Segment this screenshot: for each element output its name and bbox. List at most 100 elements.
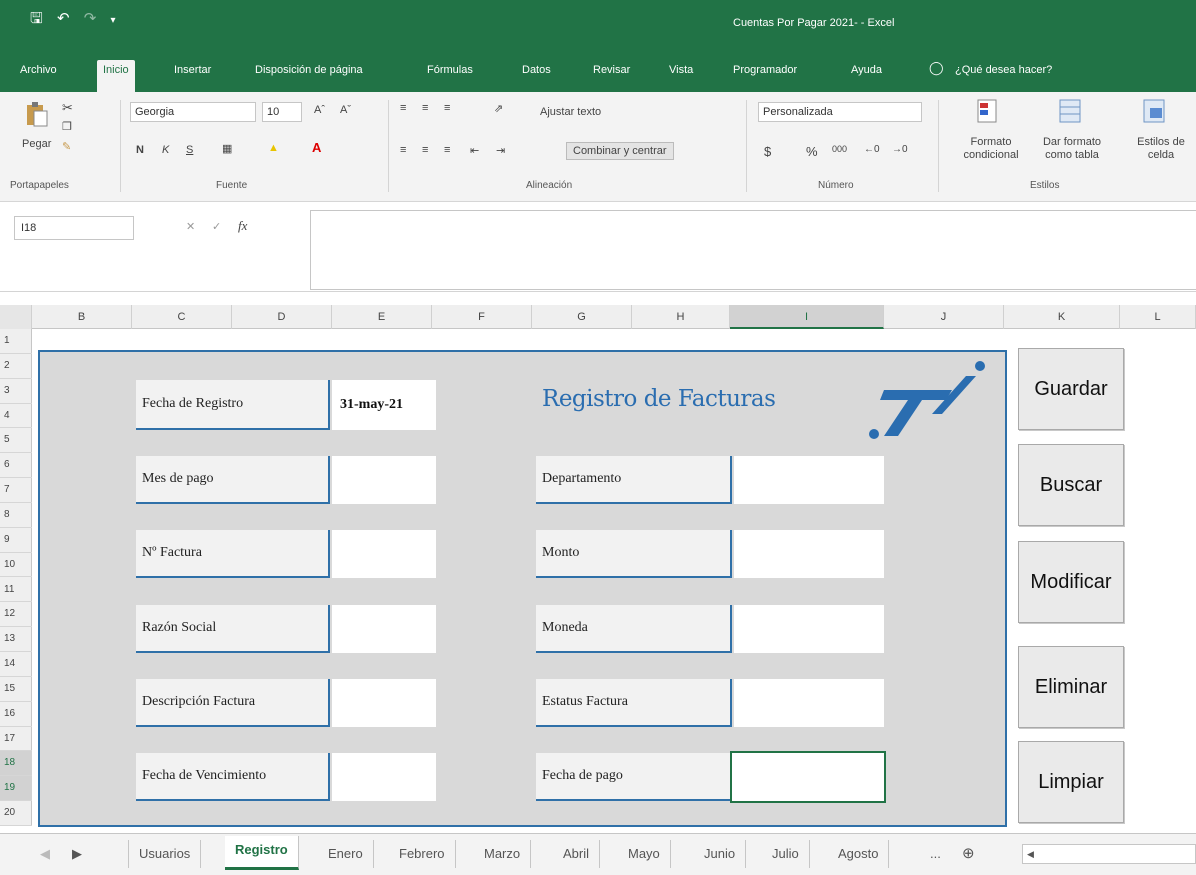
- align-middle-icon[interactable]: ≡: [422, 102, 428, 114]
- row-header[interactable]: 10: [0, 553, 32, 578]
- merge-center-button[interactable]: Combinar y centrar: [566, 142, 674, 160]
- row-header[interactable]: 13: [0, 627, 32, 653]
- paste-icon[interactable]: [24, 100, 50, 128]
- align-top-icon[interactable]: ≡: [400, 102, 406, 114]
- input-departamento[interactable]: [734, 456, 884, 504]
- font-color-icon[interactable]: A: [312, 140, 321, 155]
- row-header[interactable]: 7: [0, 478, 32, 503]
- input-fecha-de-pago[interactable]: [730, 751, 886, 803]
- fecha-registro-value[interactable]: 31-may-21: [332, 380, 436, 430]
- sheet-tab-junio[interactable]: Junio: [694, 840, 747, 868]
- select-all-corner[interactable]: [0, 305, 32, 329]
- row-header[interactable]: 2: [0, 354, 32, 379]
- format-as-table-icon[interactable]: [1058, 98, 1084, 126]
- guardar-button[interactable]: Guardar: [1018, 348, 1124, 430]
- name-box[interactable]: I18: [14, 216, 134, 240]
- add-sheet-icon[interactable]: ⊕: [952, 840, 985, 868]
- column-header-l[interactable]: L: [1120, 305, 1196, 329]
- buscar-button[interactable]: Buscar: [1018, 444, 1124, 526]
- percent-button[interactable]: %: [806, 144, 818, 159]
- column-header-h[interactable]: H: [632, 305, 730, 329]
- input-no-factura[interactable]: [332, 530, 436, 578]
- column-header-k[interactable]: K: [1004, 305, 1120, 329]
- decrease-font-icon[interactable]: Aˇ: [340, 104, 351, 116]
- sheet-tab-abril[interactable]: Abril: [553, 840, 601, 868]
- tab-vista[interactable]: Vista: [669, 60, 693, 80]
- input-descripcion-factura[interactable]: [332, 679, 436, 727]
- underline-button[interactable]: S: [186, 144, 193, 156]
- align-bottom-icon[interactable]: ≡: [444, 102, 450, 114]
- tab-programador[interactable]: Programador: [733, 60, 797, 80]
- cancel-icon[interactable]: ✕: [186, 220, 195, 233]
- align-left-icon[interactable]: ≡: [400, 144, 406, 156]
- increase-decimal-icon[interactable]: ←0: [864, 144, 880, 155]
- fill-color-icon[interactable]: ▲: [268, 142, 279, 154]
- modificar-button[interactable]: Modificar: [1018, 541, 1124, 623]
- tab-disposicion[interactable]: Disposición de página: [255, 60, 363, 80]
- save-icon[interactable]: 🖫: [30, 10, 43, 27]
- row-header[interactable]: 12: [0, 602, 32, 628]
- column-header-g[interactable]: G: [532, 305, 632, 329]
- indent-decrease-icon[interactable]: ⇤: [470, 144, 479, 157]
- currency-button[interactable]: $: [764, 144, 771, 159]
- conditional-format-button[interactable]: Formato condicional: [958, 136, 1024, 162]
- sheet-tab-registro[interactable]: Registro: [225, 836, 299, 870]
- column-header-c[interactable]: C: [132, 305, 232, 329]
- tab-formulas[interactable]: Fórmulas: [427, 60, 473, 80]
- orientation-icon[interactable]: ⇗: [494, 102, 503, 115]
- enter-icon[interactable]: ✓: [212, 220, 221, 233]
- row-header[interactable]: 4: [0, 404, 32, 429]
- column-header-j[interactable]: J: [884, 305, 1004, 329]
- sheet-tab-marzo[interactable]: Marzo: [474, 840, 532, 868]
- font-name-select[interactable]: Georgia: [130, 102, 256, 122]
- cut-icon[interactable]: ✂: [62, 100, 73, 116]
- row-header[interactable]: 20: [0, 801, 32, 826]
- customize-qat-icon[interactable]: ▾: [110, 15, 115, 26]
- insert-function-button[interactable]: fx: [238, 218, 247, 234]
- row-header[interactable]: 11: [0, 578, 32, 603]
- thousands-button[interactable]: 000: [832, 144, 847, 154]
- tab-ayuda[interactable]: Ayuda: [851, 60, 882, 80]
- align-center-icon[interactable]: ≡: [422, 144, 428, 156]
- paste-button-label[interactable]: Pegar: [22, 138, 51, 150]
- copy-icon[interactable]: ❐: [62, 120, 72, 133]
- format-as-table-button[interactable]: Dar formato como tabla: [1034, 136, 1110, 162]
- tab-insertar[interactable]: Insertar: [174, 60, 211, 80]
- number-format-select[interactable]: Personalizada: [758, 102, 922, 122]
- more-sheets-button[interactable]: ...: [920, 840, 951, 868]
- wrap-text-button[interactable]: Ajustar texto: [540, 106, 601, 118]
- tell-me-search[interactable]: ¿Qué desea hacer?: [955, 60, 1052, 80]
- limpiar-button[interactable]: Limpiar: [1018, 741, 1124, 823]
- cell-styles-icon[interactable]: [1142, 98, 1168, 126]
- input-fecha-vencimiento[interactable]: [332, 753, 436, 801]
- input-mes-de-pago[interactable]: [332, 456, 436, 504]
- italic-button[interactable]: K: [162, 144, 169, 156]
- column-header-d[interactable]: D: [232, 305, 332, 329]
- tab-inicio[interactable]: Inicio: [97, 60, 135, 92]
- column-header-i[interactable]: I: [730, 305, 884, 329]
- sheet-tab-mayo[interactable]: Mayo: [618, 840, 671, 868]
- row-header[interactable]: 9: [0, 528, 32, 553]
- font-size-select[interactable]: 10: [262, 102, 302, 122]
- sheet-tab-usuarios[interactable]: Usuarios: [128, 840, 202, 868]
- borders-icon[interactable]: ▦: [222, 142, 232, 155]
- row-header[interactable]: 15: [0, 677, 32, 702]
- align-right-icon[interactable]: ≡: [444, 144, 450, 156]
- cell-styles-button[interactable]: Estilos de celda: [1128, 136, 1194, 162]
- row-header[interactable]: 6: [0, 453, 32, 479]
- column-header-b[interactable]: B: [32, 305, 132, 329]
- column-header-e[interactable]: E: [332, 305, 432, 329]
- column-header-f[interactable]: F: [432, 305, 532, 329]
- tab-revisar[interactable]: Revisar: [593, 60, 630, 80]
- sheet-tab-enero[interactable]: Enero: [318, 840, 374, 868]
- tab-archivo[interactable]: Archivo: [20, 60, 57, 80]
- row-header[interactable]: 16: [0, 702, 32, 727]
- row-header[interactable]: 3: [0, 379, 32, 404]
- increase-font-icon[interactable]: Aˆ: [314, 104, 325, 116]
- decrease-decimal-icon[interactable]: →0: [892, 144, 908, 155]
- row-header[interactable]: 18: [0, 751, 32, 777]
- row-header[interactable]: 5: [0, 428, 32, 454]
- row-header[interactable]: 17: [0, 727, 32, 752]
- bold-button[interactable]: N: [136, 144, 144, 156]
- format-painter-icon[interactable]: ✎: [62, 140, 71, 153]
